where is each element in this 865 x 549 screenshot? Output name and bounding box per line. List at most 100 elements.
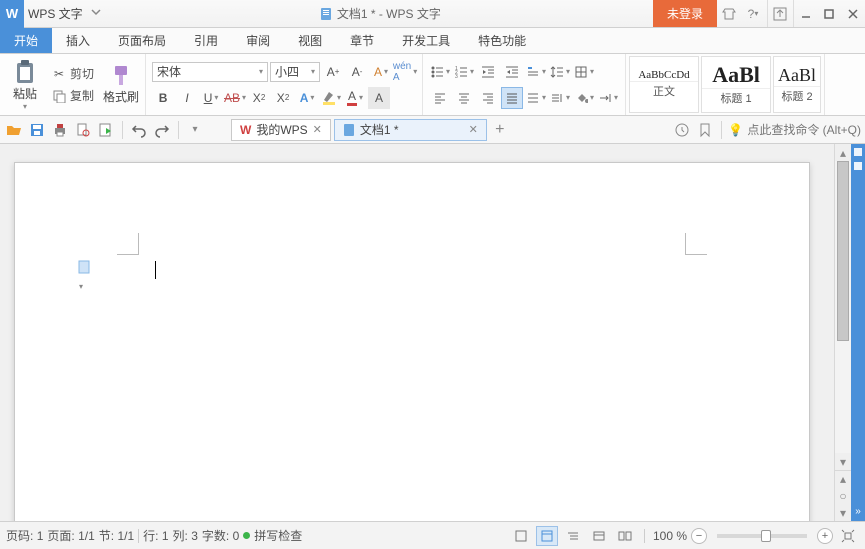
home-tab[interactable]: W 我的WPS ✕ (231, 119, 331, 141)
document-tab[interactable]: 文档1 * ✕ (334, 119, 487, 141)
minimize-button[interactable] (793, 0, 817, 27)
close-tab-icon[interactable]: ✕ (469, 123, 478, 136)
char-shading-button[interactable]: A (368, 87, 390, 109)
scroll-up-button[interactable]: ▴ (835, 144, 851, 161)
page-viewport[interactable] (0, 144, 834, 521)
print-button[interactable] (50, 120, 70, 140)
align-center-button[interactable] (453, 87, 475, 109)
font-color-button[interactable]: A (344, 87, 366, 109)
bold-button[interactable]: B (152, 87, 174, 109)
close-tab-icon[interactable]: ✕ (313, 123, 322, 136)
print-preview-button[interactable] (73, 120, 93, 140)
help-icon[interactable]: ?▾ (741, 0, 765, 27)
strikethrough-button[interactable]: AB (224, 87, 246, 109)
grow-font-button[interactable]: A+ (322, 61, 344, 83)
style-heading1[interactable]: AaBl 标题 1 (701, 56, 771, 113)
next-page-button[interactable]: ▾ (835, 504, 851, 521)
format-painter-button[interactable]: 格式刷 (103, 64, 139, 105)
close-button[interactable] (841, 0, 865, 27)
page-options-button[interactable] (77, 259, 95, 277)
redo-button[interactable] (152, 120, 172, 140)
borders-button[interactable] (573, 61, 595, 83)
qat-customize-button[interactable]: ▾ (185, 120, 205, 140)
view-outline-button[interactable] (562, 526, 584, 546)
zoom-in-button[interactable]: + (817, 528, 833, 544)
side-panel-item[interactable] (854, 148, 862, 156)
font-size-select[interactable]: 小四▾ (270, 62, 320, 82)
login-button[interactable]: 未登录 (653, 0, 717, 27)
scroll-down-button[interactable]: ▾ (835, 453, 851, 470)
highlight-button[interactable] (320, 87, 342, 109)
scroll-track[interactable] (835, 161, 851, 453)
style-normal[interactable]: AaBbCcDd 正文 (629, 56, 699, 113)
skin-icon[interactable] (717, 0, 741, 27)
zoom-slider[interactable] (717, 534, 807, 538)
status-spellcheck[interactable]: 拼写检查 (254, 527, 302, 544)
scroll-thumb[interactable] (837, 161, 849, 341)
tab-insert[interactable]: 插入 (52, 28, 104, 53)
font-family-select[interactable]: 宋体▾ (152, 62, 268, 82)
align-justify-button[interactable] (501, 87, 523, 109)
decrease-indent-button[interactable] (477, 61, 499, 83)
maximize-button[interactable] (817, 0, 841, 27)
tab-page-layout[interactable]: 页面布局 (104, 28, 180, 53)
view-reading-button[interactable] (614, 526, 636, 546)
cut-button[interactable]: ✂剪切 (48, 63, 97, 84)
fit-page-button[interactable] (837, 526, 859, 546)
vertical-scrollbar[interactable]: ▴ ▾ ▴ ○ ▾ (834, 144, 851, 521)
assistant-icon[interactable] (672, 120, 692, 140)
bookmark-icon[interactable] (695, 120, 715, 140)
new-tab-button[interactable]: + (490, 120, 510, 140)
tab-references[interactable]: 引用 (180, 28, 232, 53)
open-button[interactable] (4, 120, 24, 140)
tab-start[interactable]: 开始 (0, 28, 52, 53)
status-section[interactable]: 节: 1/1 (99, 527, 134, 544)
line-spacing-button[interactable] (549, 61, 571, 83)
underline-button[interactable]: U (200, 87, 222, 109)
tabs-button[interactable] (597, 87, 619, 109)
bullets-button[interactable] (429, 61, 451, 83)
view-print-layout-button[interactable] (536, 526, 558, 546)
side-panel[interactable]: » (851, 144, 865, 521)
side-panel-collapse-icon[interactable]: » (855, 506, 861, 517)
status-page[interactable]: 页面: 1/1 (47, 527, 94, 544)
paste-button[interactable]: 粘贴▾ (6, 57, 44, 113)
export-pdf-button[interactable] (96, 120, 116, 140)
zoom-out-button[interactable]: − (691, 528, 707, 544)
increase-indent-button[interactable] (501, 61, 523, 83)
change-case-button[interactable]: A (370, 61, 392, 83)
tab-features[interactable]: 特色功能 (464, 28, 540, 53)
text-effects-button[interactable]: A (296, 87, 318, 109)
numbering-button[interactable]: 123 (453, 61, 475, 83)
upload-icon[interactable] (767, 0, 791, 27)
align-left-button[interactable] (429, 87, 451, 109)
command-search[interactable]: 💡 点此查找命令 (Alt+Q) (728, 121, 861, 138)
superscript-button[interactable]: X2 (248, 87, 270, 109)
view-web-layout-button[interactable] (588, 526, 610, 546)
zoom-slider-knob[interactable] (761, 530, 771, 542)
undo-button[interactable] (129, 120, 149, 140)
prev-page-button[interactable]: ▴ (835, 470, 851, 487)
phonetic-guide-button[interactable]: wénA (394, 61, 416, 83)
status-row[interactable]: 行: 1 (143, 527, 168, 544)
status-words[interactable]: 字数: 0 (202, 527, 239, 544)
style-heading2[interactable]: AaBl 标题 2 (773, 56, 821, 113)
tab-section[interactable]: 章节 (336, 28, 388, 53)
align-right-button[interactable] (477, 87, 499, 109)
shrink-font-button[interactable]: A- (346, 61, 368, 83)
text-direction-button[interactable] (525, 61, 547, 83)
tab-developer[interactable]: 开发工具 (388, 28, 464, 53)
zoom-level[interactable]: 100 % (653, 529, 687, 543)
shading-button[interactable] (573, 87, 595, 109)
app-menu-dropdown[interactable] (91, 6, 107, 22)
italic-button[interactable]: I (176, 87, 198, 109)
browse-object-button[interactable]: ○ (835, 487, 851, 504)
paragraph-spacing-button[interactable] (549, 87, 571, 109)
tab-review[interactable]: 审阅 (232, 28, 284, 53)
tab-view[interactable]: 视图 (284, 28, 336, 53)
status-col[interactable]: 列: 3 (173, 527, 198, 544)
save-button[interactable] (27, 120, 47, 140)
copy-button[interactable]: 复制 (48, 85, 97, 106)
side-panel-item[interactable] (854, 162, 862, 170)
subscript-button[interactable]: X2 (272, 87, 294, 109)
